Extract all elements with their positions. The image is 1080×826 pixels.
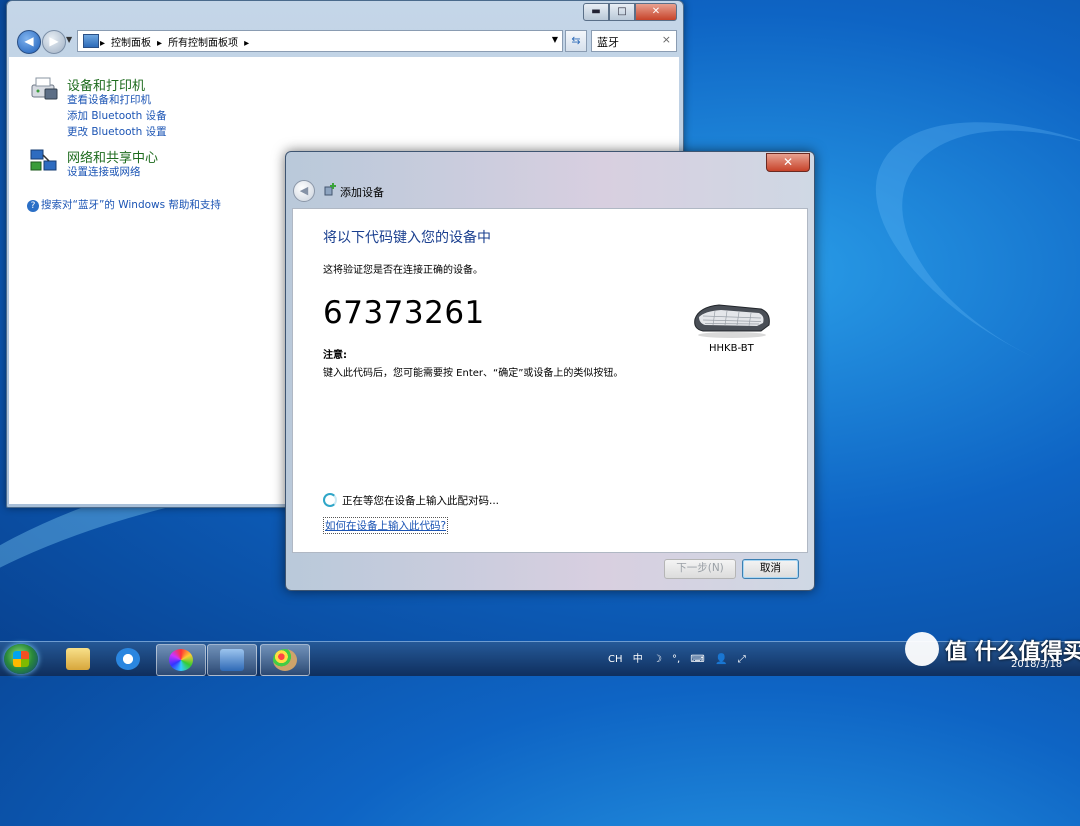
address-bar[interactable]: ▸ 控制面板 ▸ 所有控制面板项 ▸ ▼ bbox=[77, 30, 563, 52]
paint-palette-icon bbox=[273, 649, 297, 671]
ime-mode-indicator[interactable]: 中 bbox=[633, 650, 643, 665]
network-icon bbox=[30, 149, 57, 171]
recent-pages-dropdown[interactable]: ▼ bbox=[66, 35, 72, 44]
change-bluetooth-settings-link[interactable]: 更改 Bluetooth 设置 bbox=[67, 124, 167, 139]
forward-button[interactable]: ▶ bbox=[42, 30, 66, 54]
search-box[interactable]: 蓝牙 × bbox=[591, 30, 677, 52]
instruction-heading: 将以下代码键入您的设备中 bbox=[323, 230, 491, 246]
navigation-bar: ◀ ▶ ▼ ▸ 控制面板 ▸ 所有控制面板项 ▸ ▼ ⇆ 蓝牙 × bbox=[15, 29, 677, 54]
expand-icon[interactable]: ⤢ bbox=[738, 654, 746, 665]
breadcrumb: ▸ 控制面板 ▸ 所有控制面板项 ▸ bbox=[100, 38, 250, 49]
windows-help-link[interactable]: ? 搜索对“蓝牙”的 Windows 帮助和支持 bbox=[27, 197, 221, 212]
help-link-text[interactable]: 搜索对“蓝牙”的 Windows 帮助和支持 bbox=[41, 199, 221, 211]
wallpaper-swirl bbox=[834, 65, 1080, 455]
device-name: HHKB-BT bbox=[709, 343, 754, 354]
start-button[interactable] bbox=[4, 644, 38, 674]
clear-search-icon[interactable]: × bbox=[662, 33, 671, 46]
setup-connection-link[interactable]: 设置连接或网络 bbox=[67, 164, 141, 179]
windows-logo-icon bbox=[13, 651, 29, 667]
keyboard-tray-icon[interactable]: ⌨ bbox=[690, 654, 704, 665]
printer-icon bbox=[31, 77, 58, 100]
refresh-button[interactable]: ⇆ bbox=[565, 30, 587, 52]
punctuation-icon[interactable]: °, bbox=[672, 654, 680, 665]
explorer-taskbar-button[interactable] bbox=[54, 644, 102, 674]
chevron-down-icon[interactable]: ▼ bbox=[552, 35, 558, 44]
folder-icon bbox=[66, 648, 90, 670]
window-caption-buttons: ▬ □ ✕ bbox=[583, 3, 677, 21]
close-button[interactable]: ✕ bbox=[635, 3, 677, 21]
dialog-title: 添加设备 bbox=[340, 186, 384, 199]
baidu-netdisk-taskbar-button[interactable] bbox=[104, 644, 152, 674]
breadcrumb-item[interactable]: 所有控制面板项 bbox=[168, 38, 238, 49]
add-device-dialog: ✕ ◀ 添加设备 将以下代码键入您的设备中 这将验证您是否在连接正确的设备。 6… bbox=[285, 151, 815, 591]
maximize-button[interactable]: □ bbox=[609, 3, 635, 21]
note-text: 键入此代码后，您可能需要按 Enter、“确定”或设备上的类似按钮。 bbox=[323, 368, 624, 379]
control-panel-taskbar-button[interactable] bbox=[207, 644, 257, 676]
keyboard-icon bbox=[694, 304, 770, 338]
dialog-close-button[interactable]: ✕ bbox=[766, 153, 810, 172]
system-tray: CH 中 ☽ °, ⌨ 👤 ⤢ bbox=[608, 650, 753, 665]
add-device-icon bbox=[324, 183, 336, 196]
moon-icon[interactable]: ☽ bbox=[653, 654, 662, 665]
waiting-status: 正在等您在设备上输入此配对码... bbox=[323, 493, 499, 508]
help-icon: ? bbox=[27, 200, 39, 212]
verify-text: 这将验证您是否在连接正确的设备。 bbox=[323, 265, 483, 276]
dialog-back-button[interactable]: ◀ bbox=[293, 180, 315, 202]
control-panel-icon bbox=[83, 34, 99, 48]
cloud-icon bbox=[116, 648, 140, 670]
note-heading: 注意: bbox=[323, 350, 347, 361]
back-button[interactable]: ◀ bbox=[17, 30, 41, 54]
waiting-text: 正在等您在设备上输入此配对码... bbox=[342, 495, 500, 507]
user-icon[interactable]: 👤 bbox=[715, 654, 727, 665]
language-indicator[interactable]: CH bbox=[608, 654, 623, 665]
search-input[interactable]: 蓝牙 bbox=[597, 34, 619, 50]
dialog-body: 将以下代码键入您的设备中 这将验证您是否在连接正确的设备。 67373261 注… bbox=[292, 208, 808, 553]
breadcrumb-item[interactable]: 控制面板 bbox=[111, 38, 151, 49]
paint-taskbar-button[interactable] bbox=[260, 644, 310, 676]
color-wheel-icon bbox=[169, 649, 193, 671]
busy-spinner-icon bbox=[323, 493, 337, 507]
watermark-logo bbox=[905, 632, 939, 666]
pairing-code: 67373261 bbox=[323, 295, 485, 331]
picture-app-taskbar-button[interactable] bbox=[156, 644, 206, 676]
control-panel-icon bbox=[220, 649, 244, 671]
how-to-enter-code-link[interactable]: 如何在设备上输入此代码? bbox=[323, 517, 449, 534]
view-devices-link[interactable]: 查看设备和打印机 bbox=[67, 92, 151, 107]
next-button[interactable]: 下一步(N) bbox=[664, 559, 736, 579]
add-bluetooth-device-link[interactable]: 添加 Bluetooth 设备 bbox=[67, 108, 167, 123]
minimize-button[interactable]: ▬ bbox=[583, 3, 609, 21]
taskbar-date[interactable]: 2018/3/18 bbox=[1011, 659, 1062, 670]
cancel-button[interactable]: 取消 bbox=[742, 559, 799, 579]
